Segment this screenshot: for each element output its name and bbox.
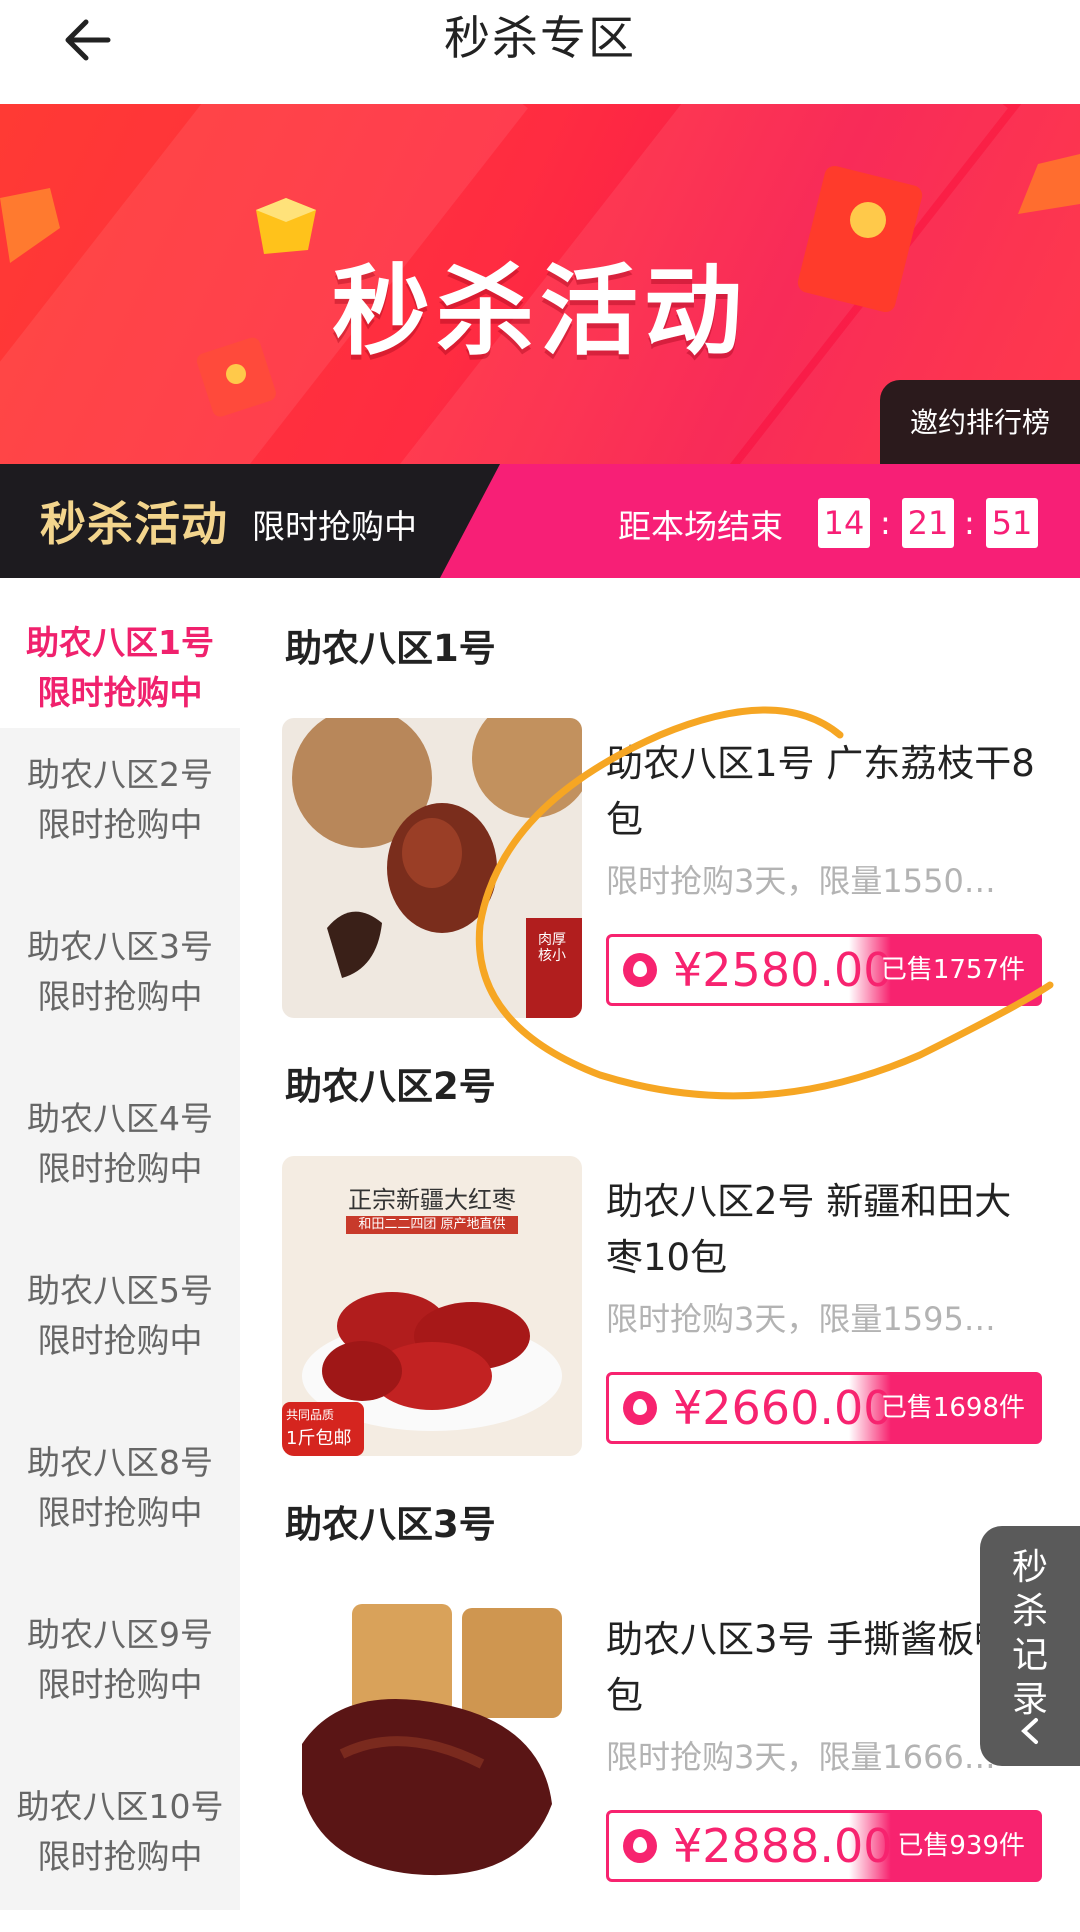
countdown-label: 距本场结束 [618,507,783,546]
sidebar-item-status: 限时抢购中 [37,1837,203,1876]
invite-ranking-button[interactable]: 邀约排行榜 [880,380,1080,464]
countdown-separator: : [964,504,975,542]
gem-icon [1018,154,1080,214]
sidebar-item-label: 助农八区8号 [27,1443,213,1482]
sidebar-item-status: 限时抢购中 [37,1321,203,1360]
sidebar-item-zone-4[interactable]: 助农八区4号 限时抢购中 [0,1094,240,1244]
sidebar-item-zone-8[interactable]: 助农八区8号 限时抢购中 [0,1438,240,1588]
record-tab-label: 秒 杀 记 录 [980,1526,1080,1722]
sidebar-item-zone-9[interactable]: 助农八区9号 限时抢购中 [0,1610,240,1760]
product-image-jujube[interactable]: 正宗新疆大红枣 和田二二四团 原产地直供 共同品质 1斤包邮 [282,1156,582,1456]
sold-count: 已售1698件 [849,1375,1039,1441]
countdown-seconds: 51 [986,498,1038,548]
fire-icon [623,953,657,987]
buy-button[interactable]: ¥2580.00 已售1757件 [606,934,1042,1006]
buy-button[interactable]: ¥2888.00 已售939件 [606,1810,1042,1882]
countdown-bar: 秒杀活动 限时抢购中 距本场结束 14 : 21 : 51 [0,464,1080,578]
product-card[interactable]: 肉厚核小 助农八区1号 广东荔枝干8包 限时抢购3天，限量1550… ¥2580… [282,718,1072,1018]
product-image-lychee[interactable]: 肉厚核小 [282,718,582,1018]
record-tab-char: 秒 [1011,1547,1048,1588]
buy-button[interactable]: ¥2660.00 已售1698件 [606,1372,1042,1444]
product-desc: 限时抢购3天，限量1666… [606,1738,996,1776]
sidebar-item-label: 助农八区3号 [27,927,213,966]
record-tab-char: 杀 [1011,1591,1048,1632]
record-tab-char: 记 [1011,1635,1048,1676]
product-desc: 限时抢购3天，限量1550… [606,862,996,900]
product-image-badge: 共同品质 [286,1408,335,1422]
flash-sale-record-tab[interactable]: 秒 杀 记 录 [980,1526,1080,1766]
sidebar-item-zone-1[interactable]: 助农八区1号 限时抢购中 [0,578,240,728]
promo-banner[interactable]: 秒杀活动 邀约排行榜 [0,104,1080,464]
sidebar-item-label: 助农八区1号 [26,623,214,662]
fire-icon [623,1829,657,1863]
product-list: 助农八区1号 肉厚核小 助农八区1号 广东荔枝干8包 限时抢购3天，限量1550… [240,578,1080,1910]
sidebar-item-status: 限时抢购中 [37,1665,203,1704]
section-title: 助农八区2号 [285,1065,496,1108]
sidebar-item-status: 限时抢购中 [37,977,203,1016]
product-desc: 限时抢购3天，限量1595… [606,1300,996,1338]
section-title: 助农八区1号 [285,627,496,670]
product-card[interactable]: 助农八区3号 手撕酱板鸭6包 限时抢购3天，限量1666… ¥2888.00 已… [282,1594,1072,1894]
sidebar-item-status: 限时抢购中 [37,673,203,712]
sidebar-item-label: 助农八区2号 [27,755,213,794]
product-image-tag: 肉厚核小 [538,932,566,964]
flash-sale-subtitle: 限时抢购中 [252,507,417,546]
chevron-left-icon [1021,1718,1038,1744]
sidebar-item-label: 助农八区4号 [27,1099,213,1138]
banner-title: 秒杀活动 [331,255,748,369]
fire-icon [623,1391,657,1425]
sidebar-item-zone-3[interactable]: 助农八区3号 限时抢购中 [0,922,240,1072]
section-title: 助农八区3号 [285,1503,496,1546]
category-sidebar: 助农八区1号 限时抢购中 助农八区2号 限时抢购中 助农八区3号 限时抢购中 助… [0,578,240,1910]
sold-count: 已售939件 [849,1813,1039,1879]
sidebar-item-label: 助农八区10号 [16,1787,224,1826]
sidebar-item-label: 助农八区5号 [27,1271,213,1310]
sidebar-item-label: 助农八区9号 [27,1615,213,1654]
sidebar-item-status: 限时抢购中 [37,1493,203,1532]
product-image-duck[interactable] [282,1594,582,1894]
sold-count: 已售1757件 [849,937,1039,1003]
sidebar-item-zone-2[interactable]: 助农八区2号 限时抢购中 [0,750,240,900]
product-image-badge: 1斤包邮 [286,1428,352,1449]
product-image-title: 正宗新疆大红枣 [348,1186,516,1214]
sidebar-item-status: 限时抢购中 [37,805,203,844]
sidebar-item-zone-5[interactable]: 助农八区5号 限时抢购中 [0,1266,240,1416]
countdown-minutes: 21 [902,498,954,548]
countdown-hours: 14 [818,498,870,548]
product-name[interactable]: 助农八区1号 广东荔枝干8包 [606,736,1046,848]
product-name[interactable]: 助农八区2号 新疆和田大枣10包 [606,1174,1046,1286]
flash-sale-logo: 秒杀活动 [40,497,228,551]
sidebar-item-status: 限时抢购中 [37,1149,203,1188]
countdown-separator: : [880,504,891,542]
product-image-subtitle: 和田二二四团 原产地直供 [358,1217,506,1232]
product-card[interactable]: 正宗新疆大红枣 和田二二四团 原产地直供 共同品质 1斤包邮 助农八区2号 新疆… [282,1156,1072,1456]
top-bar: 秒杀专区 [0,0,1080,105]
page-title: 秒杀专区 [444,11,636,65]
